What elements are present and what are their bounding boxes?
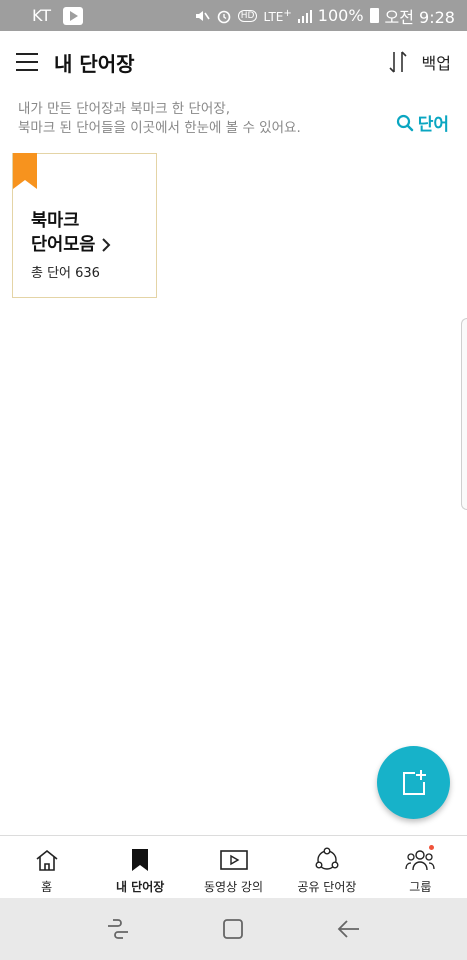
edge-panel-handle[interactable] xyxy=(461,318,467,510)
info-line-2: 북마크 된 단어들을 이곳에서 한눈에 볼 수 있어요. xyxy=(18,120,301,136)
sort-icon xyxy=(388,51,407,73)
battery-label: 100% xyxy=(317,6,364,25)
nav-item-group[interactable]: 그룹 xyxy=(374,836,467,898)
bottom-nav: 홈 내 단어장 동영상 강의 공유 단어장 그룹 xyxy=(0,835,467,898)
backup-label: 백업 xyxy=(421,54,451,73)
page-title: 내 단어장 xyxy=(54,51,135,76)
home-icon xyxy=(36,849,58,871)
search-icon xyxy=(396,114,413,131)
word-search-label: 단어 xyxy=(417,115,449,135)
app-header: 내 단어장 백업 xyxy=(0,31,467,93)
carrier-label: KT xyxy=(32,6,52,25)
bookmark-flag-icon xyxy=(13,153,37,189)
add-note-icon xyxy=(402,769,426,795)
word-search-button[interactable]: 단어 xyxy=(396,110,449,135)
hd-icon: HD xyxy=(237,9,258,22)
nav-item-video-lecture[interactable]: 동영상 강의 xyxy=(187,836,280,898)
share-icon xyxy=(315,847,339,870)
network-label: LTE+ xyxy=(263,7,292,24)
nav-item-shared-wordbook[interactable]: 공유 단어장 xyxy=(280,836,373,898)
info-description: 내가 만든 단어장과 북마크 한 단어장, 북마크 된 단어들을 이곳에서 한눈… xyxy=(18,100,449,138)
word-count: 총 단어 636 xyxy=(31,266,100,281)
nav-label-shared-wordbook: 공유 단어장 xyxy=(297,880,357,894)
home-button-icon[interactable] xyxy=(221,917,245,941)
play-store-icon xyxy=(63,6,84,25)
nav-label-group: 그룹 xyxy=(409,880,432,894)
card-title-line-2-row: 단어모음 xyxy=(31,233,111,257)
system-nav-bar xyxy=(0,898,467,960)
nav-item-my-wordbook[interactable]: 내 단어장 xyxy=(93,836,186,898)
nav-label-video-lecture: 동영상 강의 xyxy=(204,880,264,894)
card-title: 북마크 단어모음 xyxy=(31,209,111,257)
bookmark-icon xyxy=(132,849,149,871)
nav-item-home[interactable]: 홈 xyxy=(0,836,93,898)
status-bar: KT HD LTE+ 100% 오전 9:28 xyxy=(0,0,467,31)
recent-apps-icon[interactable] xyxy=(105,917,131,941)
bookmark-wordbook-card[interactable]: 북마크 단어모음 총 단어 636 xyxy=(12,153,157,298)
nav-label-my-wordbook: 내 단어장 xyxy=(115,880,165,894)
nav-label-home: 홈 xyxy=(41,880,53,894)
chevron-right-icon xyxy=(102,238,111,252)
signal-icon xyxy=(297,9,312,23)
card-title-line-2: 단어모음 xyxy=(31,235,96,255)
backup-button[interactable]: 백업 xyxy=(388,50,451,74)
mute-icon xyxy=(195,10,210,21)
back-icon[interactable] xyxy=(336,917,362,941)
battery-icon xyxy=(369,8,379,23)
menu-icon[interactable] xyxy=(16,53,38,71)
alarm-icon xyxy=(217,10,231,23)
info-row: 내가 만든 단어장과 북마크 한 단어장, 북마크 된 단어들을 이곳에서 한눈… xyxy=(0,100,467,140)
info-line-1: 내가 만든 단어장과 북마크 한 단어장, xyxy=(18,101,231,117)
notification-badge xyxy=(428,845,434,850)
add-wordbook-button[interactable] xyxy=(377,746,450,819)
card-title-line-1: 북마크 xyxy=(31,211,80,231)
group-icon xyxy=(405,850,435,871)
clock-label: 오전 9:28 xyxy=(384,7,455,27)
video-icon xyxy=(219,850,248,870)
